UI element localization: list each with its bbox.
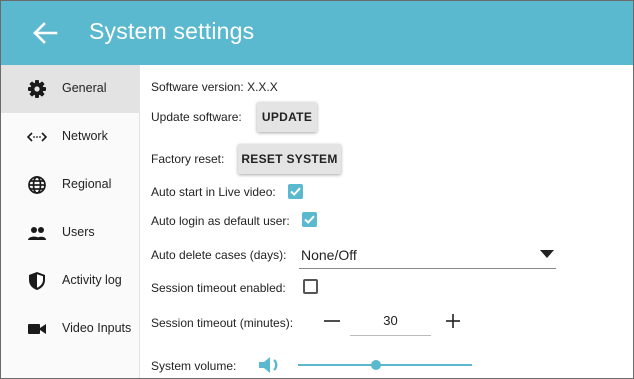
reset-system-button[interactable]: RESET SYSTEM xyxy=(238,144,341,174)
page-title: System settings xyxy=(89,18,255,44)
software-version-label: Software version: xyxy=(151,80,244,94)
volume-icon xyxy=(259,357,278,373)
auto-login-label: Auto login as default user: xyxy=(151,214,290,228)
system-volume-label: System volume: xyxy=(151,359,237,373)
code-dots-icon xyxy=(27,132,47,142)
sidebar-item-label: Activity log xyxy=(62,273,122,287)
software-version-row: Software version: X.X.X xyxy=(151,80,278,94)
slider-thumb[interactable] xyxy=(371,360,382,370)
checkmark-icon xyxy=(304,215,315,224)
session-timeout-minutes-input[interactable] xyxy=(350,306,431,336)
sidebar-item-regional[interactable]: Regional xyxy=(1,161,140,209)
users-icon xyxy=(28,227,46,240)
sidebar-item-label: Users xyxy=(62,225,95,239)
general-settings-panel: Software version: X.X.X Update software:… xyxy=(141,65,633,378)
session-timeout-minutes-label: Session timeout (minutes): xyxy=(151,316,294,330)
shield-icon xyxy=(29,272,45,290)
update-button[interactable]: UPDATE xyxy=(257,102,317,132)
auto-delete-label: Auto delete cases (days): xyxy=(151,248,287,262)
slider-track xyxy=(298,364,472,366)
sidebar-item-general[interactable]: General xyxy=(1,65,140,113)
sidebar-item-label: Network xyxy=(62,129,108,143)
arrow-left-icon xyxy=(33,22,58,44)
gear-icon xyxy=(28,80,46,98)
sidebar-item-label: General xyxy=(62,81,107,95)
sidebar-item-users[interactable]: Users xyxy=(1,209,140,257)
auto-delete-select[interactable]: None/Off xyxy=(299,242,556,269)
update-software-label: Update software: xyxy=(151,110,242,124)
sidebar-item-label: Regional xyxy=(62,177,112,191)
auto-start-label: Auto start in Live video: xyxy=(151,185,276,199)
settings-window: System settings General Network Regional… xyxy=(0,0,634,379)
sidebar-item-label: Video Inputs xyxy=(62,321,132,335)
system-volume-slider[interactable] xyxy=(298,357,472,373)
sidebar-item-activity-log[interactable]: Activity log xyxy=(1,257,140,305)
checkmark-icon xyxy=(290,187,301,196)
session-timeout-enabled-label: Session timeout enabled: xyxy=(151,281,286,295)
globe-icon xyxy=(28,176,46,194)
video-camera-icon xyxy=(28,324,46,334)
plus-icon[interactable] xyxy=(443,311,463,331)
software-version-value: X.X.X xyxy=(247,80,278,94)
minus-icon[interactable] xyxy=(322,311,342,331)
session-timeout-enabled-checkbox[interactable] xyxy=(303,279,318,294)
auto-start-checkbox[interactable] xyxy=(288,184,303,199)
back-button[interactable] xyxy=(32,22,58,44)
auto-delete-value: None/Off xyxy=(301,247,357,263)
sidebar-item-video-inputs[interactable]: Video Inputs xyxy=(1,305,140,353)
sidebar: General Network Regional Users Activity … xyxy=(1,65,140,378)
sidebar-item-network[interactable]: Network xyxy=(1,113,140,161)
auto-login-checkbox[interactable] xyxy=(302,212,317,227)
dropdown-arrow-icon xyxy=(540,250,554,258)
app-bar: System settings xyxy=(1,1,633,65)
factory-reset-label: Factory reset: xyxy=(151,152,225,166)
